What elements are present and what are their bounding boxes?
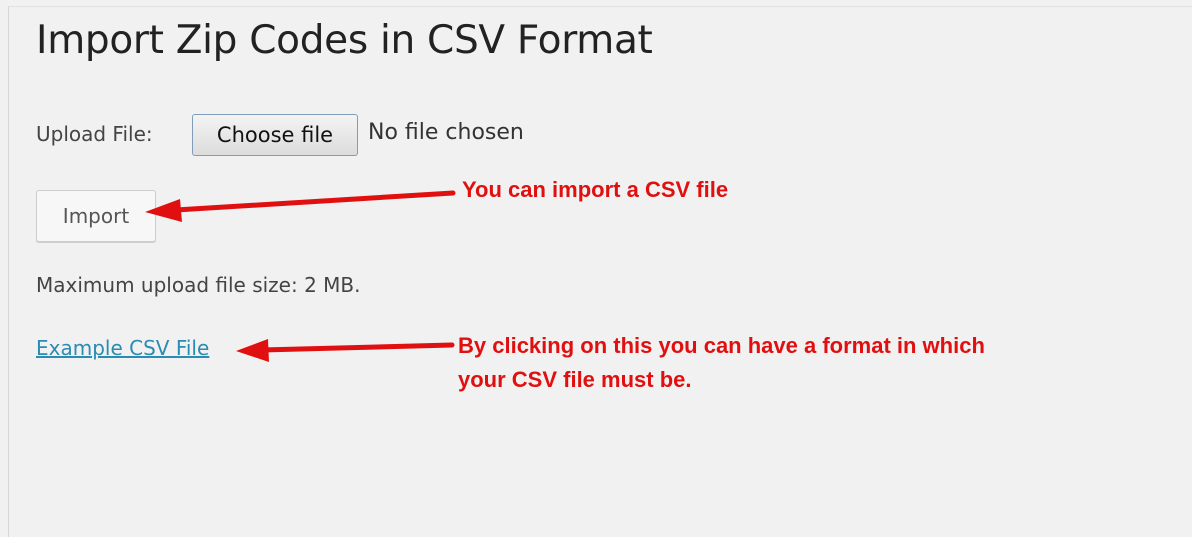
file-status-text: No file chosen [368,120,524,145]
import-button[interactable]: Import [36,190,156,242]
example-csv-file-link[interactable]: Example CSV File [36,336,209,360]
import-panel [8,6,1192,537]
page-title: Import Zip Codes in CSV Format [36,18,653,63]
annotation-example-note-line-1: By clicking on this you can have a forma… [458,333,985,358]
choose-file-button[interactable]: Choose file [192,114,358,156]
annotation-example-note: By clicking on this you can have a forma… [458,329,985,397]
annotation-import-note: You can import a CSV file [462,177,729,202]
annotation-example-note-line-2: your CSV file must be. [458,367,692,392]
max-upload-size-text: Maximum upload file size: 2 MB. [36,273,361,297]
upload-file-label: Upload File: [36,122,153,146]
